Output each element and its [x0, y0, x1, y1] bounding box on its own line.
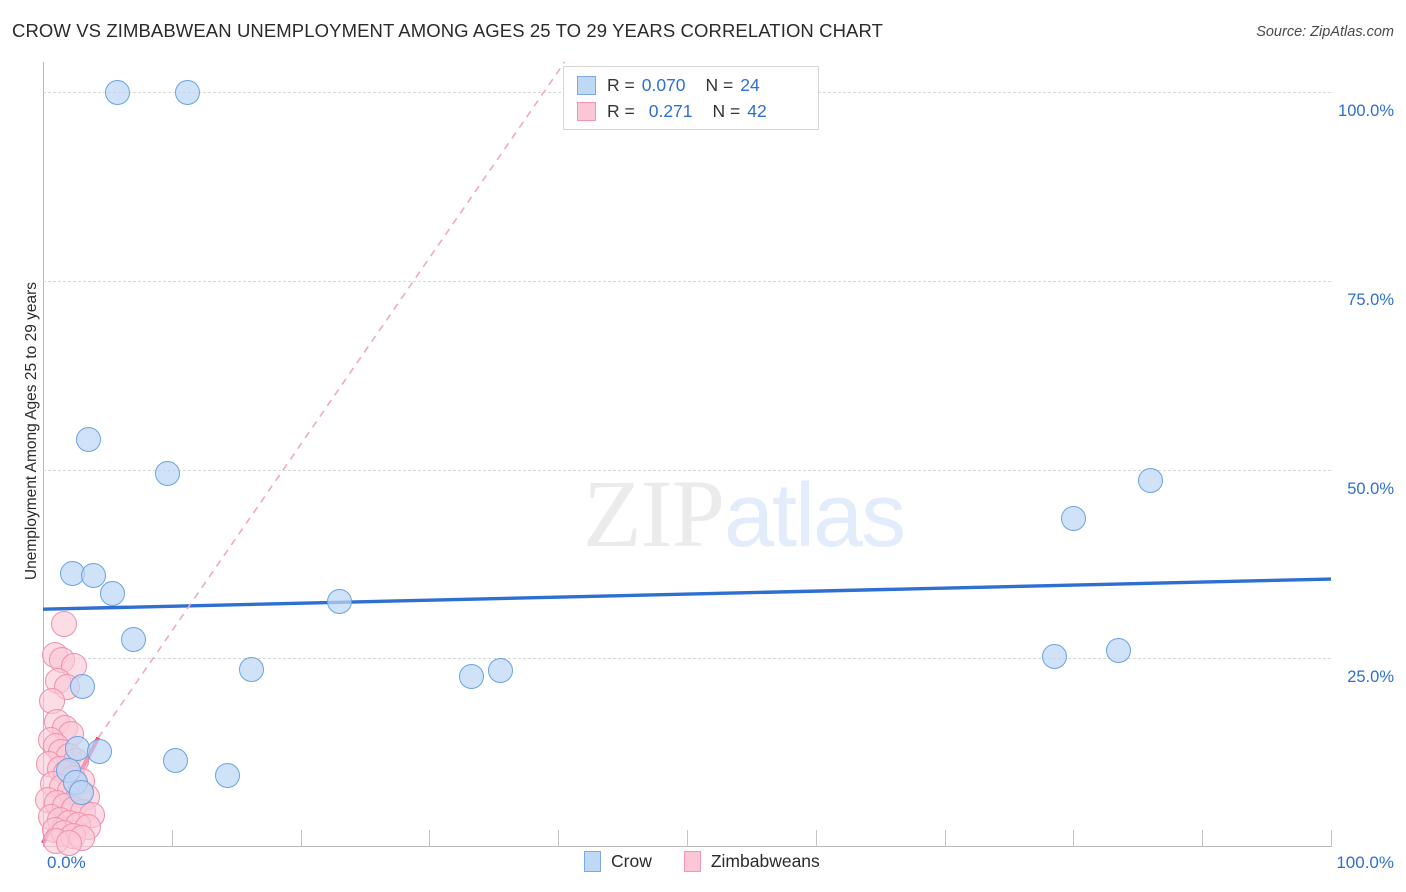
data-point[interactable]: [1041, 644, 1067, 670]
data-point[interactable]: [163, 747, 189, 773]
data-point[interactable]: [120, 626, 146, 652]
y-axis-tick-label: 100.0%: [1338, 102, 1394, 121]
zimbabweans-color-swatch: [577, 101, 596, 121]
data-point[interactable]: [50, 610, 77, 637]
crow-n-label: N =: [705, 74, 734, 95]
x-axis-max-label: 100.0%: [1336, 853, 1394, 872]
y-axis-tick-label: 75.0%: [1347, 290, 1394, 309]
x-axis-min-label: 0.0%: [47, 853, 86, 872]
series-legend: Crow Zimbabweans: [584, 851, 852, 872]
legend-label-crow: Crow: [611, 851, 652, 871]
zim-r-label: R =: [607, 100, 635, 121]
data-point[interactable]: [326, 589, 352, 615]
legend-label-zimbabweans: Zimbabweans: [710, 851, 820, 871]
legend-swatch-crow: [584, 851, 601, 872]
data-point[interactable]: [105, 79, 131, 105]
stats-row-crow: R = 0.070 N = 24: [577, 72, 760, 98]
data-point[interactable]: [100, 580, 126, 606]
zim-r-value: 0.271: [648, 100, 693, 121]
source-attribution: Source: ZipAtlas.com: [1256, 24, 1394, 40]
zim-n-label: N =: [712, 100, 741, 121]
x-axis-tick: [1331, 830, 1332, 847]
data-point[interactable]: [214, 762, 240, 788]
crow-r-label: R =: [607, 74, 635, 95]
zimbabweans-trendline-dashed: [97, 61, 566, 739]
data-point[interactable]: [75, 426, 101, 452]
data-point[interactable]: [487, 657, 513, 683]
page-title: CROW VS ZIMBABWEAN UNEMPLOYMENT AMONG AG…: [12, 20, 884, 41]
stats-row-zimbabweans: R = 0.271 N = 42: [577, 98, 767, 124]
data-point[interactable]: [1060, 506, 1086, 532]
correlation-stats-legend: R = 0.070 N = 24 R = 0.271 N = 42: [563, 66, 819, 130]
crow-trendline: [42, 577, 1332, 611]
crow-color-swatch: [577, 75, 596, 95]
zim-n-value: 42: [747, 100, 767, 121]
plot-area: ZIPatlas: [35, 61, 1332, 857]
crow-n-value: 24: [740, 74, 760, 95]
data-point[interactable]: [80, 562, 106, 588]
trendlines: [41, 61, 1332, 845]
crow-r-value: 0.070: [641, 74, 686, 95]
y-axis-tick-label: 25.0%: [1347, 668, 1394, 687]
correlation-chart: CROW VS ZIMBABWEAN UNEMPLOYMENT AMONG AG…: [0, 0, 1406, 892]
legend-swatch-zimbabweans: [683, 851, 701, 872]
y-axis-tick-label: 50.0%: [1347, 479, 1394, 498]
y-axis-title: Unemployment Among Ages 25 to 29 years: [23, 281, 40, 581]
data-point[interactable]: [174, 79, 200, 105]
